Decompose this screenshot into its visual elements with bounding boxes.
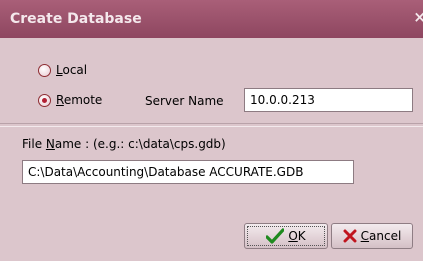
remote-radio-label: Remote [56, 93, 103, 107]
remote-radio[interactable]: Remote [38, 93, 102, 107]
cancel-x-icon [343, 229, 357, 243]
close-icon[interactable]: × [413, 8, 423, 26]
cancel-button-label: Cancel [360, 229, 402, 243]
divider [0, 123, 423, 127]
ok-button-label: OK [288, 229, 306, 243]
check-icon [266, 228, 285, 244]
window-title: Create Database [10, 11, 142, 27]
server-name-label: Server Name [145, 94, 224, 108]
local-radio-label: Local [56, 63, 88, 77]
cancel-button[interactable]: Cancel [331, 223, 413, 249]
ok-button[interactable]: OK [244, 223, 328, 249]
title-bar[interactable]: Create Database × [0, 0, 423, 38]
file-name-input[interactable] [22, 160, 354, 184]
server-name-input[interactable] [244, 88, 413, 112]
local-radio[interactable]: Local [38, 63, 87, 77]
local-radio-circle[interactable] [38, 63, 51, 77]
file-name-label: File Name : (e.g.: c:\data\cps.gdb) [22, 137, 226, 151]
remote-radio-circle[interactable] [38, 93, 51, 107]
